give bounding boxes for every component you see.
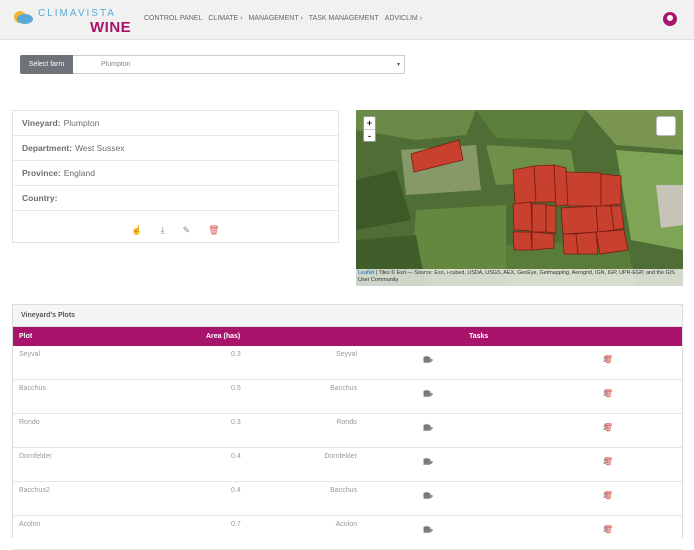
farm-select-label: Select farm — [20, 55, 73, 74]
plot-variety: Bacchus — [330, 487, 357, 494]
brand-name: CLIMAVISTA — [38, 8, 116, 19]
layers-icon[interactable] — [656, 116, 676, 136]
plot-area: 0.4 — [231, 487, 241, 494]
trash-icon[interactable]: 🗑 — [208, 225, 219, 236]
department-label: Department: — [22, 143, 73, 153]
cloud-sun-icon — [14, 11, 33, 24]
vineyard-info-card: Vineyard: Plumpton Department: West Suss… — [12, 110, 339, 243]
attribution-text: | Tiles © Esri — Source: Esri, i-cubed, … — [358, 270, 675, 283]
col-tasks: Tasks — [469, 333, 489, 340]
plot-variety: Seyval — [335, 351, 357, 358]
brand-logo[interactable]: CLIMAVISTA WINE — [12, 7, 132, 36]
plot-name: Dornfelder — [19, 453, 52, 460]
plot-area: 0.4 — [231, 453, 241, 460]
trash-icon[interactable]: 🗑 — [603, 389, 613, 398]
calendar-icon[interactable]: ▦ — [423, 491, 431, 500]
nav-adviclim[interactable]: ADVICLIM › — [385, 15, 422, 22]
map-attribution: Leaflet | Tiles © Esri — Source: Esri, i… — [356, 269, 683, 286]
nav-control-panel[interactable]: CONTROL PANEL — [144, 15, 202, 22]
province-label: Province: — [22, 168, 61, 178]
plot-area: 0.3 — [231, 419, 241, 426]
plot-name: Bacchus2 — [19, 487, 50, 494]
trash-icon[interactable]: 🗑 — [603, 525, 613, 534]
plot-area: 0.5 — [231, 385, 241, 392]
plot-name: Acolon — [19, 521, 41, 528]
vineyard-name-row: Vineyard: Plumpton — [13, 111, 338, 136]
calendar-icon[interactable]: ▦ — [423, 423, 431, 432]
satellite-imagery — [356, 110, 683, 286]
plot-name: Bacchus — [19, 385, 46, 392]
farm-select[interactable]: Plumpton ▾ — [73, 55, 405, 74]
trash-icon[interactable]: 🗑 — [603, 457, 613, 466]
trash-icon[interactable]: 🗑 — [603, 491, 613, 500]
col-area: Area (has) — [206, 333, 241, 340]
table-row[interactable]: Bacchus2 0.4 Bacchus ≛ ▤ ⛟ ▦ ⤓ ✎ 🗑 — [13, 482, 682, 516]
nav-management[interactable]: MANAGEMENT › — [248, 15, 302, 22]
calendar-icon[interactable]: ▦ — [423, 389, 431, 398]
top-navbar: CLIMAVISTA WINE CONTROL PANEL CLIMATE › … — [0, 0, 694, 40]
col-plot: Plot — [19, 333, 33, 340]
plots-table-header: Plot Area (has) Tasks — [13, 327, 682, 346]
province-value: England — [63, 168, 95, 178]
nav-task-management[interactable]: TASK MANAGEMENT — [309, 15, 379, 22]
plots-table-body: Seyval 0.3 Seyval ≛ ▤ ⛟ ▦ ⤓ ✎ 🗑 Bacchus 0.5 Bacchus ≛… — [13, 346, 682, 550]
leaflet-link[interactable]: Leaflet — [358, 270, 374, 276]
user-circle-icon[interactable] — [663, 12, 677, 26]
farm-selector: Select farm Plumpton ▾ — [20, 55, 405, 74]
plot-variety: Bacchus — [330, 385, 357, 392]
main-menu: CONTROL PANEL CLIMATE › MANAGEMENT › TAS… — [144, 15, 422, 22]
plot-area: 0.7 — [231, 521, 241, 528]
plot-variety: Acolon — [335, 521, 357, 528]
calendar-icon[interactable]: ▦ — [423, 355, 431, 364]
plot-variety: Rondo — [336, 419, 357, 426]
plot-variety: Dornfelder — [324, 453, 357, 460]
calendar-icon[interactable]: ▦ — [423, 457, 431, 466]
trash-icon[interactable]: 🗑 — [603, 423, 613, 432]
zoom-out-button[interactable]: - — [364, 130, 375, 142]
table-row[interactable]: Acolon 0.7 Acolon ≛ ▤ ⛟ ▦ ⤓ ✎ 🗑 — [13, 516, 682, 550]
country-row: Country: — [13, 186, 338, 211]
table-row[interactable]: Rondo 0.3 Rondo ≛ ▤ ⛟ ▦ ⤓ ✎ 🗑 — [13, 414, 682, 448]
brand-subname: WINE — [90, 19, 132, 36]
vineyard-name-value: Plumpton — [63, 118, 100, 128]
edit-icon[interactable]: ✎ — [183, 225, 191, 236]
calendar-icon[interactable]: ▦ — [423, 525, 431, 534]
plot-name: Rondo — [19, 419, 40, 426]
province-row: Province: England — [13, 161, 338, 186]
farm-select-value: Plumpton — [101, 61, 131, 68]
nav-climate[interactable]: CLIMATE › — [208, 15, 242, 22]
vineyard-map[interactable]: + - Leaflet | Tiles © Esri — Source: Esr… — [356, 110, 683, 286]
department-row: Department: West Sussex — [13, 136, 338, 161]
download-icon[interactable]: ⤓ — [161, 225, 165, 236]
plot-area: 0.3 — [231, 351, 241, 358]
table-row[interactable]: Dornfelder 0.4 Dornfelder ≛ ▤ ⛟ ▦ ⤓ ✎ 🗑 — [13, 448, 682, 482]
table-row[interactable]: Seyval 0.3 Seyval ≛ ▤ ⛟ ▦ ⤓ ✎ 🗑 — [13, 346, 682, 380]
trash-icon[interactable]: 🗑 — [603, 355, 613, 364]
zoom-in-button[interactable]: + — [364, 117, 375, 130]
plots-title: Vineyard's Plots — [13, 305, 682, 327]
caret-down-icon: ▾ — [396, 62, 400, 68]
vineyard-actions: ☝ ⤓ ✎ 🗑 — [13, 219, 338, 241]
map-zoom-control: + - — [363, 116, 376, 142]
table-row[interactable]: Bacchus 0.5 Bacchus ≛ ▤ ⛟ ▦ ⤓ ✎ 🗑 — [13, 380, 682, 414]
vineyard-name-label: Vineyard: — [22, 118, 61, 128]
plot-name: Seyval — [19, 351, 41, 358]
department-value: West Sussex — [75, 143, 125, 153]
vineyard-plots-panel: Vineyard's Plots Plot Area (has) Tasks S… — [12, 304, 683, 550]
country-label: Country: — [22, 193, 58, 203]
hand-pointer-icon[interactable]: ☝ — [131, 225, 142, 236]
